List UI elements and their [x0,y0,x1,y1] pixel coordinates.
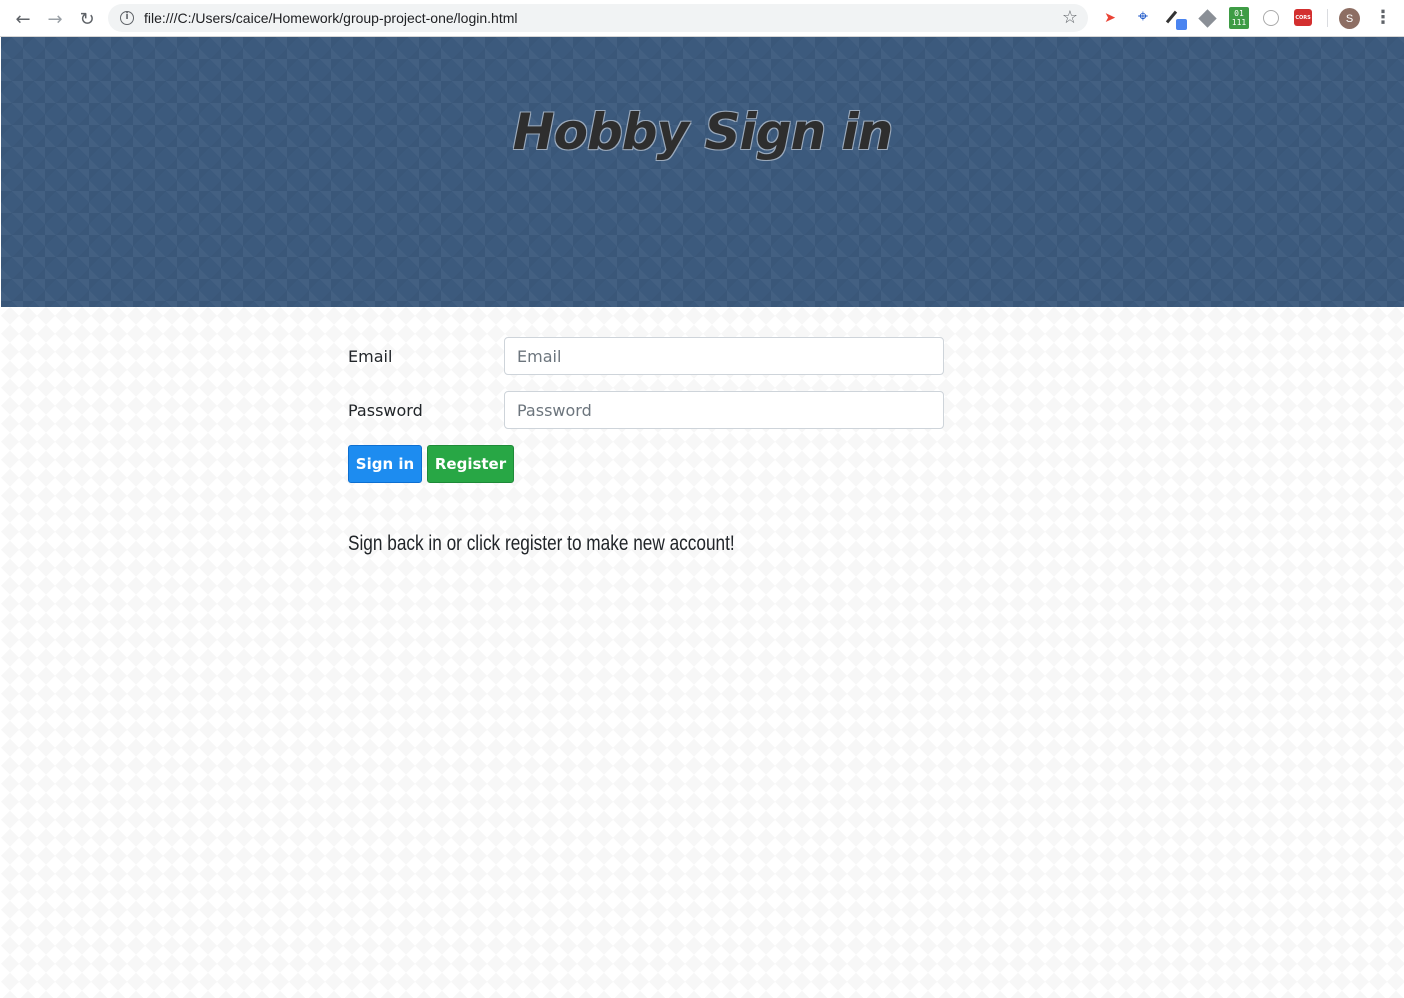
diamond-icon[interactable] [1197,8,1217,28]
address-bar[interactable]: i file:///C:/Users/caice/Homework/group-… [108,4,1088,32]
binary-icon[interactable]: 01 111 [1229,7,1249,29]
circle-icon[interactable] [1262,9,1280,27]
email-label: Email [348,347,393,366]
browser-toolbar: ← → ↻ i file:///C:/Users/caice/Homework/… [0,0,1404,37]
binary-icon-bottom-text: 111 [1231,18,1247,27]
toolbar-separator [1327,9,1328,27]
binary-icon-top-text: 01 [1234,9,1244,18]
password-label: Password [348,401,423,420]
page-header: Hobby Sign in [1,37,1404,307]
reload-icon[interactable]: ↻ [74,6,100,32]
color-picker-icon[interactable] [1165,9,1187,30]
register-button[interactable]: Register [427,445,514,483]
cors-icon[interactable]: CORS [1294,9,1312,26]
info-icon[interactable]: i [120,11,134,25]
forward-arrow-icon[interactable]: → [42,6,68,32]
more-menu-icon[interactable]: ⋮ [1374,6,1392,30]
email-field[interactable] [504,337,944,375]
back-arrow-icon[interactable]: ← [10,6,36,32]
helper-text: Sign back in or click register to make n… [348,532,735,555]
page-title: Hobby Sign in [512,103,893,161]
sign-in-button[interactable]: Sign in [348,445,422,483]
bookmark-star-icon[interactable]: ☆ [1062,7,1078,28]
url-text[interactable]: file:///C:/Users/caice/Homework/group-pr… [144,10,517,26]
profile-avatar[interactable]: S [1339,8,1360,29]
red-arrow-icon[interactable]: ➤ [1101,9,1119,27]
password-field[interactable] [504,391,944,429]
crop-icon[interactable]: ⌖ [1134,6,1152,27]
